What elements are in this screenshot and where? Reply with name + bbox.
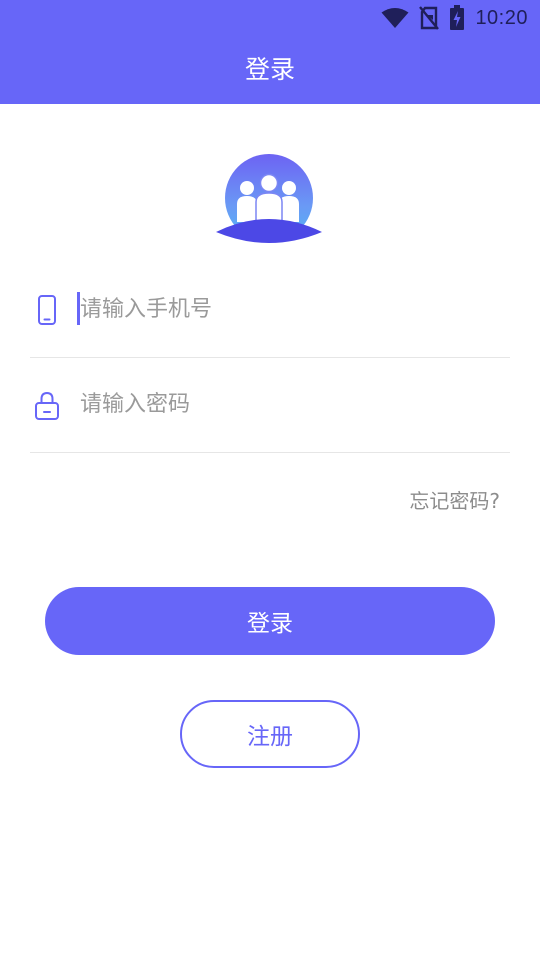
no-sim-icon — [419, 6, 440, 30]
status-time: 10:20 — [475, 6, 528, 29]
page-title: 登录 — [244, 55, 295, 84]
status-icons: 10:20 — [381, 4, 528, 32]
app-header: 10:20 登录 — [0, 0, 540, 104]
users-group-icon — [216, 154, 322, 243]
password-field — [30, 358, 510, 453]
login-screen: 10:20 登录 请输入手机号 忘记密码? 登录 注册 — [0, 0, 540, 960]
wifi-icon — [381, 8, 409, 28]
password-input[interactable] — [78, 386, 500, 422]
text-cursor — [77, 292, 80, 325]
battery-charging-icon — [450, 5, 465, 30]
phone-field — [30, 263, 510, 358]
phone-input[interactable] — [78, 291, 500, 327]
status-bar: 10:20 — [0, 0, 540, 36]
login-button[interactable]: 登录 — [45, 587, 495, 655]
forgot-password-link[interactable]: 忘记密码? — [409, 485, 500, 514]
lock-icon — [35, 391, 59, 420]
phone-icon — [38, 295, 56, 325]
register-button[interactable]: 注册 — [180, 700, 360, 768]
